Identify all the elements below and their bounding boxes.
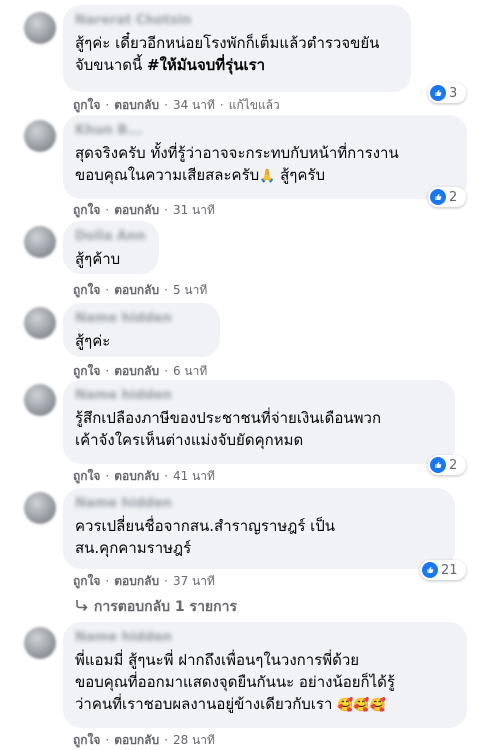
- comment-bubble: Name hidden ควรเปลี่ยนชื่อจากสน.สำราญราษ…: [63, 488, 455, 569]
- separator: ·: [164, 283, 168, 297]
- reply-button[interactable]: ตอบกลับ: [114, 731, 159, 750]
- separator: ·: [105, 574, 110, 588]
- edited-label: แก้ไขแล้ว: [228, 98, 280, 112]
- comment-bubble: Dolla Ann สู้ๆค้าบ: [63, 221, 159, 274]
- comment-bubble: Narerat Chotsin สู้ๆค่ะ เดี๋ยวอีกหน่อยโร…: [63, 5, 411, 92]
- comment-text: สู้ๆค้าบ: [75, 250, 121, 268]
- like-icon: [430, 457, 446, 473]
- timestamp[interactable]: 5 นาที: [173, 281, 207, 300]
- like-icon: [422, 562, 438, 578]
- avatar[interactable]: [24, 120, 56, 152]
- avatar[interactable]: [24, 627, 56, 659]
- reaction-count[interactable]: 3: [428, 83, 466, 103]
- timestamp[interactable]: 6 นาที: [173, 362, 207, 381]
- comment-author[interactable]: Narerat Chotsin: [75, 13, 399, 28]
- reaction-count[interactable]: 21: [420, 560, 466, 580]
- separator: ·: [105, 283, 110, 297]
- comment-author[interactable]: Name hidden: [75, 311, 208, 326]
- comment-author[interactable]: Name hidden: [75, 388, 443, 403]
- timestamp[interactable]: 28 นาที: [173, 731, 215, 750]
- comment-text: พี่แอมมี่ สู้ๆนะพี่ ฝากถึงเพื่อนๆในวงการ…: [75, 651, 395, 713]
- comment-bubble: Khun B... สุดจริงครับ ทั้งที่รู้ว่าอาจจะ…: [63, 115, 467, 199]
- reply-arrow-icon: [75, 599, 89, 615]
- hashtag[interactable]: #ให้มันจบที่รุ่นเรา: [147, 56, 265, 74]
- folded-hands-emoji: 🙏: [259, 169, 276, 184]
- separator: ·: [164, 203, 168, 217]
- like-icon: [430, 189, 446, 205]
- like-icon: [430, 85, 446, 101]
- separator: ·: [164, 364, 168, 378]
- comment-author[interactable]: Name hidden: [75, 630, 455, 645]
- reply-button[interactable]: ตอบกลับ: [114, 201, 159, 220]
- separator: ·: [105, 469, 110, 483]
- comment-author[interactable]: Name hidden: [75, 496, 443, 511]
- separator: ·: [105, 364, 110, 378]
- timestamp[interactable]: 41 นาที: [173, 467, 215, 486]
- comment-author[interactable]: Khun B...: [75, 123, 455, 138]
- separator: ·: [105, 203, 110, 217]
- view-replies-link[interactable]: การตอบกลับ 1 รายการ: [75, 596, 237, 618]
- comment-text: สุดจริงครับ ทั้งที่รู้ว่าอาจจะกระทบกับหน…: [75, 142, 455, 188]
- like-button[interactable]: ถูกใจ: [73, 96, 100, 115]
- like-button[interactable]: ถูกใจ: [73, 731, 100, 750]
- like-button[interactable]: ถูกใจ: [73, 572, 100, 591]
- smiling-hearts-emoji: 🥰🥰🥰: [337, 698, 386, 713]
- reaction-count[interactable]: 2: [428, 187, 466, 207]
- reply-button[interactable]: ตอบกลับ: [114, 572, 159, 591]
- like-button[interactable]: ถูกใจ: [73, 467, 100, 486]
- comment-text: สู้ๆค่ะ: [75, 332, 111, 350]
- avatar[interactable]: [24, 492, 56, 524]
- avatar[interactable]: [24, 384, 56, 416]
- comment-text: รู้สึกเปลืองภาษีของประชาชนที่จ่ายเงินเดื…: [75, 409, 382, 449]
- comment-bubble: Name hidden สู้ๆค่ะ: [63, 303, 220, 357]
- reply-button[interactable]: ตอบกลับ: [114, 96, 159, 115]
- avatar[interactable]: [24, 226, 56, 258]
- reply-button[interactable]: ตอบกลับ: [114, 281, 159, 300]
- comment-bubble: Name hidden รู้สึกเปลืองภาษีของประชาชนที…: [63, 380, 455, 464]
- avatar[interactable]: [24, 12, 56, 44]
- comment-bubble: Name hidden พี่แอมมี่ สู้ๆนะพี่ ฝากถึงเพ…: [63, 622, 467, 728]
- like-button[interactable]: ถูกใจ: [73, 201, 100, 220]
- separator: ·: [164, 469, 168, 483]
- separator: ·: [164, 574, 168, 588]
- comment-text: สู้ๆค่ะ เดี๋ยวอีกหน่อยโรงพักก็เต็มแล้วตำ…: [75, 34, 380, 74]
- reply-button[interactable]: ตอบกลับ: [114, 467, 159, 486]
- like-button[interactable]: ถูกใจ: [73, 362, 100, 381]
- timestamp[interactable]: 34 นาที: [173, 96, 215, 115]
- avatar[interactable]: [24, 307, 56, 339]
- reaction-count[interactable]: 2: [428, 455, 466, 475]
- like-button[interactable]: ถูกใจ: [73, 281, 100, 300]
- separator: ·: [164, 98, 168, 112]
- timestamp[interactable]: 31 นาที: [173, 201, 215, 220]
- comment-text: ควรเปลี่ยนชื่อจากสน.สำราญราษฎร์ เป็น สน.…: [75, 517, 336, 557]
- separator: ·: [105, 98, 110, 112]
- reply-button[interactable]: ตอบกลับ: [114, 362, 159, 381]
- comment-author[interactable]: Dolla Ann: [75, 229, 147, 244]
- timestamp[interactable]: 37 นาที: [173, 572, 215, 591]
- separator: ·: [219, 98, 224, 112]
